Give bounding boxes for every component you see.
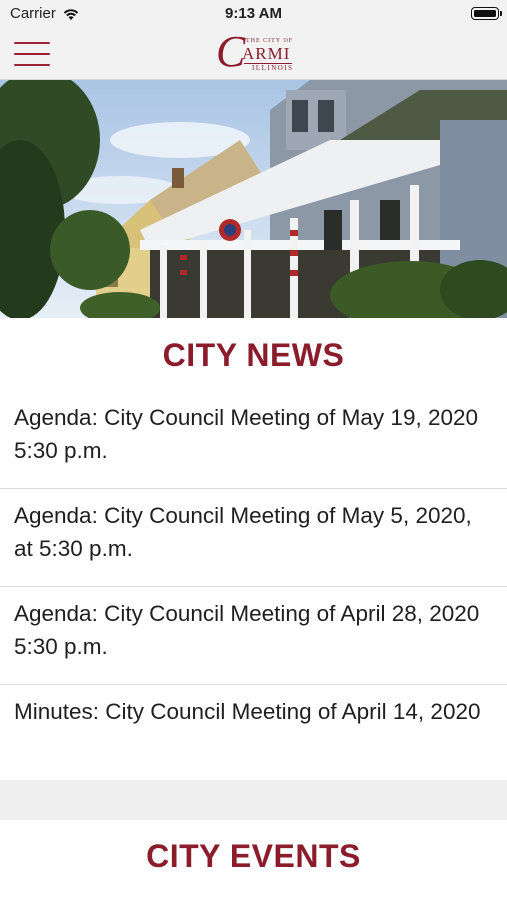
status-time: 9:13 AM [225,5,282,22]
hero-image [0,80,507,318]
logo-state: ILLINOIS [252,64,294,72]
victorian-house-photo [0,80,507,318]
menu-line [14,64,50,66]
menu-line [14,42,50,44]
nav-bar: C THE CITY OF ARMI ILLINOIS [0,27,507,80]
logo-name: ARMI [242,44,291,63]
news-item[interactable]: Agenda: City Council Meeting of April 28… [0,587,507,685]
status-bar: Carrier 9:13 AM [0,0,507,28]
logo-initial: C [216,27,246,76]
menu-line [14,53,50,55]
news-item[interactable]: Agenda: City Council Meeting of May 19, … [0,391,507,489]
city-logo[interactable]: C THE CITY OF ARMI ILLINOIS [212,27,296,78]
news-item[interactable]: Agenda: City Council Meeting of May 5, 2… [0,489,507,587]
hamburger-menu-icon[interactable] [14,42,50,66]
city-events-heading: CITY EVENTS [146,838,361,874]
news-list: Agenda: City Council Meeting of May 19, … [0,391,507,783]
news-item[interactable]: Minutes: City Council Meeting of April 1… [0,685,507,783]
battery-icon [471,7,502,20]
section-separator [0,780,507,820]
city-news-heading: CITY NEWS [162,337,345,373]
